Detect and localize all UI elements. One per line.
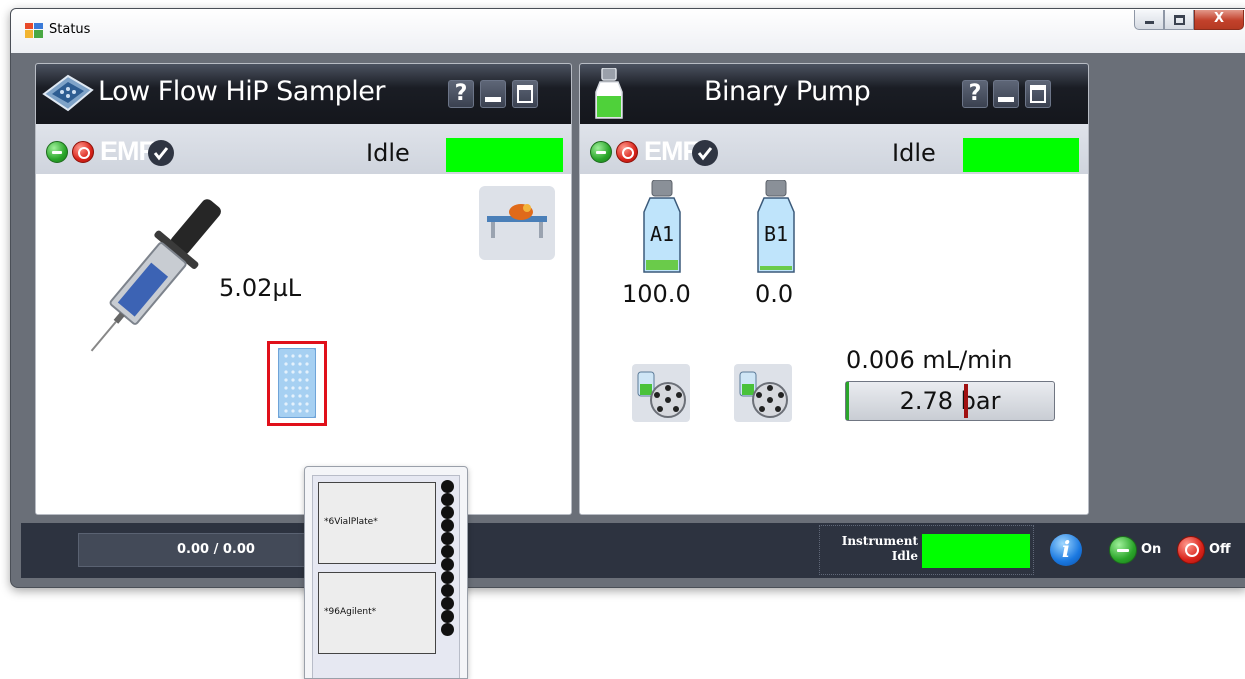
emf-label: EMF <box>100 136 155 166</box>
sampler-minimize-button[interactable] <box>480 80 506 108</box>
standby-icon[interactable] <box>590 141 612 163</box>
pump-title: Binary Pump <box>704 76 871 107</box>
pump-help-button[interactable]: ? <box>962 80 988 108</box>
bottle-a-label: A1 <box>649 222 675 246</box>
window-maximize-button[interactable] <box>1164 10 1194 30</box>
window-minimize-button[interactable] <box>1134 10 1164 30</box>
pressure-limit-marker <box>964 384 968 418</box>
instrument-on-button[interactable]: On <box>1109 523 1177 578</box>
syringe-volume: 5.02µL <box>219 274 302 302</box>
bottle-a-value: 100.0 <box>622 280 691 308</box>
bottle-b-label: B1 <box>763 222 789 246</box>
sampler-status-text: Idle <box>366 139 410 167</box>
solvent-bottle-b[interactable]: B1 <box>752 179 800 276</box>
status-window: Status X Low Flow HiP Sampler ? EMF Idle… <box>10 8 1245 588</box>
bottom-bar: 0.00 / 0.00 Instrument Idle i On Off <box>21 523 1245 578</box>
on-label: On <box>1141 542 1162 557</box>
window-close-button[interactable]: X <box>1194 10 1244 30</box>
sampler-header: Low Flow HiP Sampler ? <box>36 64 571 126</box>
power-off-icon[interactable] <box>616 141 638 163</box>
pressure-value: 2.78 bar <box>899 387 1001 415</box>
well-plate-selection[interactable] <box>267 341 327 426</box>
instrument-status: Instrument Idle <box>819 525 1034 575</box>
pump-module: Binary Pump ? EMF Idle A1 100.0 B1 0.0 0… <box>579 63 1089 515</box>
plate-1-label: *6VialPlate* <box>324 517 378 527</box>
instrument-status-indicator <box>922 534 1030 568</box>
power-off-icon[interactable] <box>72 141 94 163</box>
flow-rate: 0.006 mL/min <box>846 346 1013 374</box>
instrument-label-line2: Idle <box>891 549 918 563</box>
instrument-label: Instrument Idle <box>820 534 918 564</box>
close-icon: X <box>1213 11 1225 26</box>
sampler-title: Low Flow HiP Sampler <box>98 76 385 107</box>
pump-status-text: Idle <box>892 139 936 167</box>
tray-button[interactable] <box>479 186 555 260</box>
well-plate-icon <box>278 348 316 418</box>
plate-2-label: *96Agilent* <box>324 607 377 617</box>
sampler-status-row: EMF Idle <box>36 124 571 174</box>
pump-minimize-button[interactable] <box>993 80 1019 108</box>
info-icon[interactable]: i <box>1050 534 1082 566</box>
standby-icon <box>1109 536 1137 564</box>
instrument-label-line1: Instrument <box>841 534 918 548</box>
bottle-icon <box>595 68 623 119</box>
valve-a-button[interactable] <box>632 364 690 422</box>
valve-b-button[interactable] <box>734 364 792 422</box>
sampler-content: 5.02µL <box>36 174 571 514</box>
power-off-icon <box>1177 536 1205 564</box>
tray-icon <box>487 204 547 238</box>
off-label: Off <box>1209 542 1231 557</box>
pump-maximize-button[interactable] <box>1025 80 1051 108</box>
check-icon <box>692 140 718 166</box>
window-controls: X <box>1134 10 1244 30</box>
maximize-icon <box>1174 15 1185 25</box>
bottle-b-value: 0.0 <box>755 280 794 308</box>
emf-label: EMF <box>644 136 699 166</box>
plate-slot-1[interactable]: *6VialPlate* <box>318 482 436 564</box>
check-icon <box>148 140 174 166</box>
minimize-icon <box>1145 21 1154 24</box>
plate-popup: *6VialPlate* *96Agilent* <box>304 466 468 679</box>
plate-slot-2[interactable]: *96Agilent* <box>318 572 436 654</box>
sampler-maximize-button[interactable] <box>512 80 538 108</box>
plate-popup-inner: *6VialPlate* *96Agilent* <box>312 475 460 678</box>
progress-text: 0.00 / 0.00 <box>177 542 255 557</box>
pressure-gauge: 2.78 bar <box>845 381 1055 421</box>
instrument-off-button[interactable]: Off <box>1177 523 1245 578</box>
sampler-status-indicator <box>446 138 563 172</box>
pump-content: A1 100.0 B1 0.0 0.006 mL/min 2.78 bar <box>580 174 1088 514</box>
pump-status-row: EMF Idle <box>580 124 1088 174</box>
valve-icon <box>739 371 788 418</box>
title-bar: Status X <box>11 9 1245 53</box>
sampler-icon <box>42 74 94 112</box>
sampler-module: Low Flow HiP Sampler ? EMF Idle 5.02µL <box>35 63 572 515</box>
sampler-help-button[interactable]: ? <box>448 80 474 108</box>
solvent-bottle-a[interactable]: A1 <box>638 179 686 276</box>
pump-header: Binary Pump ? <box>580 64 1088 126</box>
standby-icon[interactable] <box>46 141 68 163</box>
app-icon <box>25 23 43 38</box>
window-title: Status <box>49 22 91 37</box>
valve-icon <box>637 371 686 418</box>
pump-status-indicator <box>963 138 1079 172</box>
vial-indicator-column <box>441 480 454 636</box>
